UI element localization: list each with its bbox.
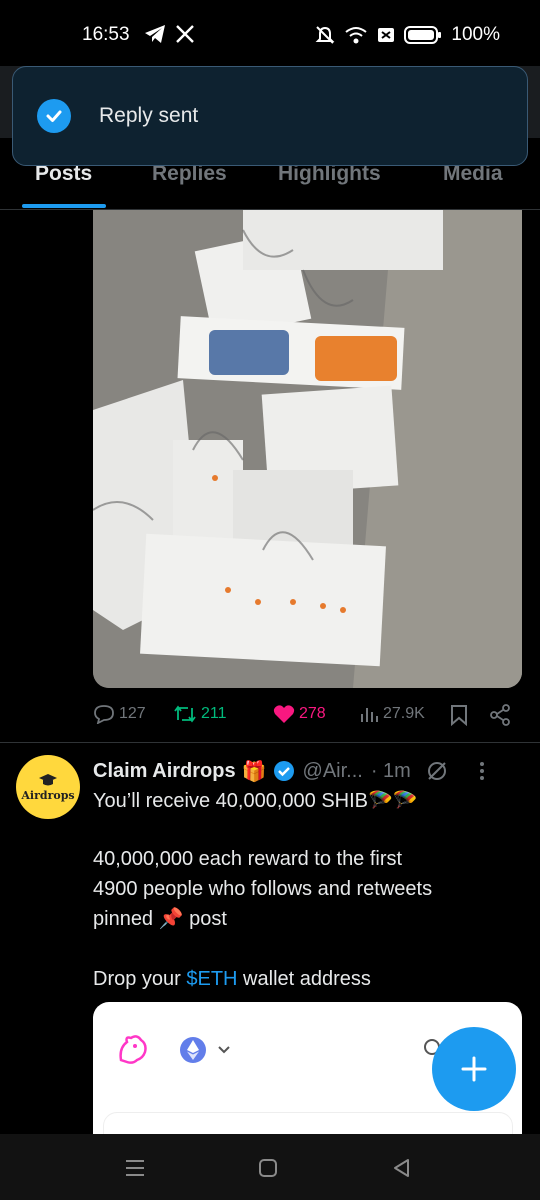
battery-icon [404, 26, 442, 44]
ethereum-icon [180, 1037, 206, 1063]
post-action-bar: 127 211 278 27.9K [93, 700, 523, 734]
post-time: · 1m [370, 759, 411, 782]
recent-apps-icon[interactable] [124, 1158, 146, 1178]
uniswap-unicorn-icon [119, 1035, 147, 1064]
status-bar: 16:53 100% [0, 0, 540, 72]
post-header: Claim Airdrops 🎁 @Air... · 1m [93, 756, 533, 786]
gift-emoji: 🎁 [241, 760, 267, 783]
compose-button[interactable] [432, 1027, 516, 1111]
repost-button[interactable]: 211 [173, 704, 227, 724]
author-name[interactable]: Claim Airdrops [93, 760, 236, 783]
post-text-line: Drop your $ETH wallet address [93, 964, 523, 994]
telegram-icon [145, 25, 165, 43]
x-icon [176, 25, 194, 43]
drop-prefix: Drop your [93, 968, 187, 990]
chevron-down-icon [218, 1046, 230, 1054]
grok-icon[interactable] [425, 759, 449, 783]
post-divider [0, 742, 540, 743]
avatar-label: Airdrops [21, 788, 75, 802]
eth-cashtag-link[interactable]: $ETH [186, 968, 237, 990]
plus-icon [461, 1056, 487, 1082]
post-text-line: 4900 people who follows and retweets [93, 878, 433, 900]
bookmark-icon [451, 705, 467, 726]
post-text-line: You’ll receive 40,000,000 SHIB🪂🪂 [93, 790, 418, 812]
status-time: 16:53 [82, 24, 130, 45]
check-circle-icon [37, 99, 71, 133]
back-icon[interactable] [392, 1158, 412, 1178]
reply-icon [94, 705, 114, 724]
like-button[interactable]: 278 [273, 704, 326, 724]
post-text-line: pinned 📌 post [93, 908, 227, 930]
share-icon [490, 704, 510, 726]
network-selector[interactable] [179, 1036, 231, 1064]
verified-badge-icon [273, 761, 294, 781]
avatar[interactable]: Airdrops [16, 755, 80, 819]
share-button[interactable] [489, 704, 511, 726]
reply-count: 127 [119, 705, 146, 722]
active-tab-indicator [22, 204, 106, 208]
repost-count: 211 [201, 705, 227, 722]
views-icon [361, 708, 378, 722]
repost-icon [174, 705, 196, 723]
system-navigation-bar [0, 1134, 540, 1200]
data-icon [378, 28, 395, 42]
wifi-icon [345, 27, 368, 44]
views-button[interactable]: 27.9K [359, 704, 425, 724]
battery-percent: 100% [451, 24, 500, 45]
post-text-line: 40,000,000 each reward to the first [93, 848, 403, 870]
toast-message: Reply sent [99, 104, 199, 127]
author-handle[interactable]: @Air... [303, 760, 363, 783]
view-count: 27.9K [383, 705, 425, 722]
like-count: 278 [299, 705, 326, 722]
reply-sent-toast[interactable]: Reply sent [12, 66, 528, 166]
drop-suffix: wallet address [237, 968, 371, 990]
graduation-cap-icon [39, 773, 57, 785]
mute-icon [315, 26, 335, 44]
heart-icon [273, 705, 295, 723]
home-icon[interactable] [258, 1158, 278, 1178]
reply-button[interactable]: 127 [93, 704, 146, 724]
more-options-icon[interactable] [479, 761, 485, 781]
bookmark-button[interactable] [450, 704, 468, 726]
post-image[interactable] [93, 210, 522, 688]
